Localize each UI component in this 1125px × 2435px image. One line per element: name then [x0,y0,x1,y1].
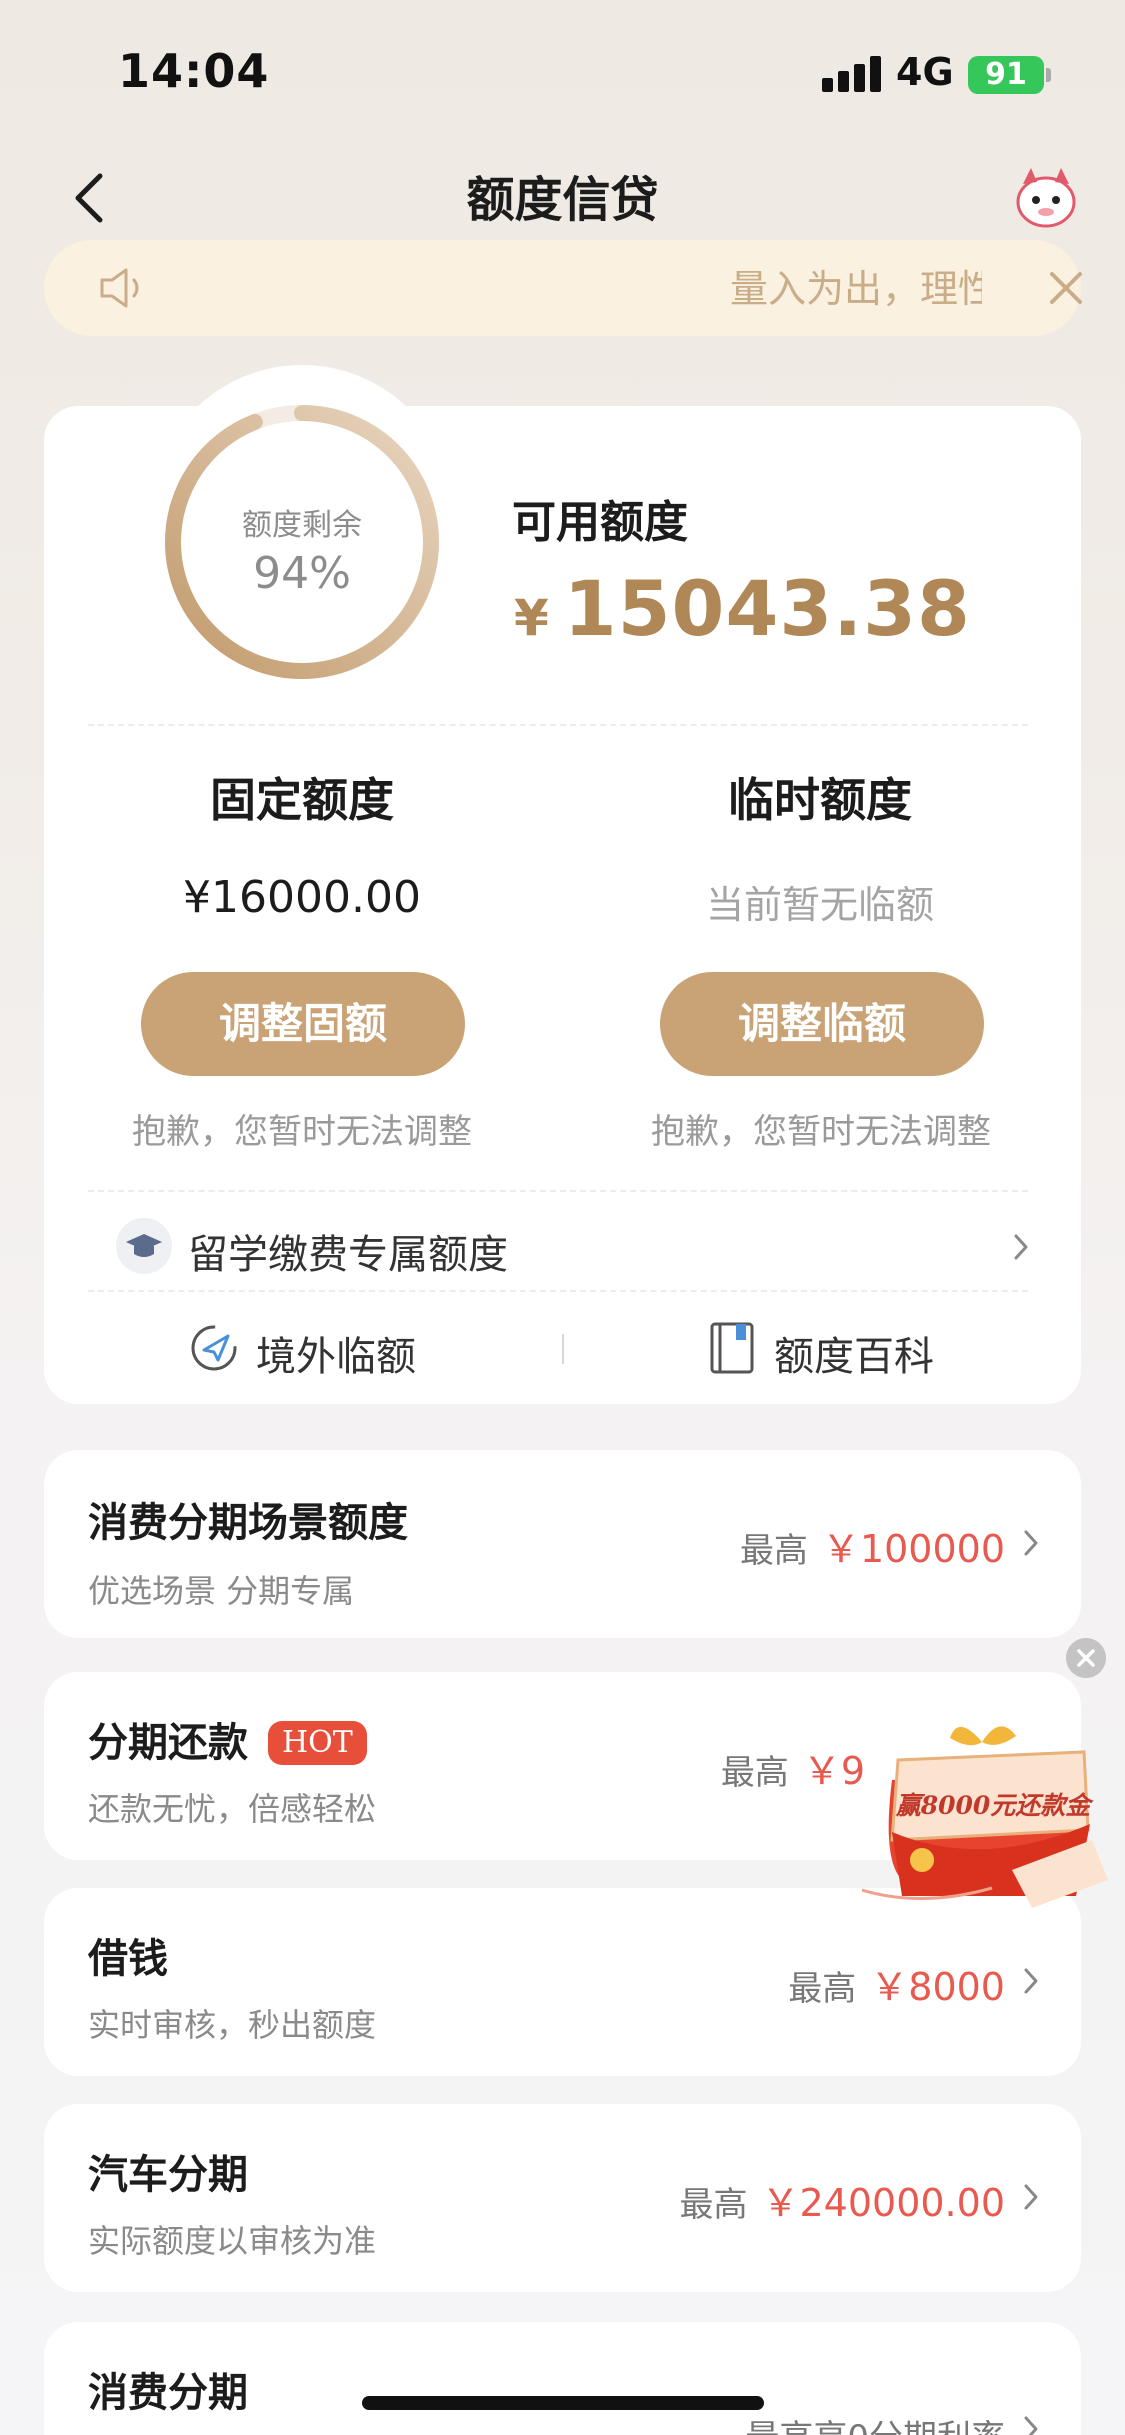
max-value: ￥9 [802,1749,865,1793]
book-icon [710,1322,754,1374]
product-max-amount: 最高 ￥100000 [740,1518,1005,1573]
status-time: 14:04 [118,44,270,98]
fixed-limit-value: ¥16000.00 [183,872,421,923]
product-title: 消费分期 [88,2370,248,2416]
battery-indicator: 91 [968,56,1044,94]
max-prefix: 最高 [720,1753,789,1793]
battery-tip [1046,68,1051,82]
graduation-cap-icon [116,1218,172,1274]
product-subtitle: 实际额度以审核为准 [88,2222,377,2260]
fixed-adjust-note: 抱歉，您暂时无法调整 [132,1112,472,1152]
product-subtitle: 实时审核，秒出额度 [88,2006,377,2044]
hot-badge: HOT [268,1721,367,1765]
mascot-icon[interactable] [1013,166,1079,228]
ring-label: 额度剩余 [242,508,362,543]
notice-bar: 量入为出，理性消费 [44,240,1082,336]
divider [88,1290,1028,1292]
product-card-car-installment[interactable]: 汽车分期 实际额度以审核为准 最高 ￥240000.00 [44,2104,1081,2292]
product-card-consumer-installment[interactable]: 消费分期 最高享0分期利率 [44,2322,1081,2435]
promo-text: 赢8000元还款金 [895,1791,1091,1820]
product-max-amount: 最高 ￥8000 [788,1956,1005,2011]
chevron-right-icon [1014,1234,1028,1260]
divider [88,724,1028,726]
max-prefix: 最高 [788,1969,857,2009]
fixed-limit-title: 固定额度 [210,773,394,827]
product-title: 消费分期场景额度 [88,1500,408,1546]
link-separator [562,1334,564,1364]
notice-text: 量入为出，理性消费 [730,267,982,311]
available-credit-amount: ¥15043.38 [514,564,971,653]
max-value: ￥100000 [821,1527,1005,1571]
temporary-limit-title: 临时额度 [728,773,912,827]
product-title-text: 分期还款 [88,1720,248,1766]
ring-percent: 94% [253,548,351,599]
available-credit-label: 可用额度 [512,497,688,548]
max-prefix: 最高 [679,2185,748,2225]
network-type: 4G [896,50,954,94]
chevron-right-icon [1024,1968,1038,1994]
product-max-amount: 最高 ￥9 [721,1740,865,1795]
product-subtitle: 还款无忧，倍感轻松 [88,1790,377,1828]
credit-limit-page: 14:04 4G 91 额度信贷 量入为出，理性消费 [0,0,1125,2435]
adjust-fixed-button[interactable]: 调整固额 [141,972,465,1076]
product-card-installment-scene[interactable]: 消费分期场景额度 优选场景 分期专属 最高 ￥100000 [44,1450,1081,1638]
plane-circle-icon [191,1325,237,1371]
close-promo-icon[interactable] [1066,1638,1106,1678]
product-max-amount: 最高 ￥240000.00 [680,2172,1006,2227]
chevron-right-icon [1024,2416,1038,2435]
temporary-adjust-note: 抱歉，您暂时无法调整 [651,1112,991,1152]
signal-icon [822,56,882,92]
close-icon[interactable] [1044,266,1088,310]
max-value: ￥240000.00 [761,2181,1006,2225]
currency-symbol: ¥ [514,589,550,647]
product-title: 借钱 [88,1936,168,1982]
available-amount-value: 15043.38 [563,564,971,653]
max-value: ￥8000 [870,1965,1005,2009]
overseas-temp-label: 境外临额 [256,1334,416,1380]
max-prefix: 最高 [739,1531,808,1571]
product-title: 汽车分期 [88,2152,248,2198]
adjust-temporary-button[interactable]: 调整临额 [660,972,984,1076]
divider [88,1190,1028,1192]
product-subtitle: 优选场景 分期专属 [88,1572,355,1610]
credit-encyclopedia-label: 额度百科 [774,1334,934,1380]
study-abroad-label: 留学缴费专属额度 [188,1232,508,1278]
chevron-right-icon [1024,1530,1038,1556]
product-title: 分期还款 HOT [88,1710,367,1768]
page-title: 额度信贷 [466,172,659,228]
product-rate-note: 最高享0分期利率 [745,2410,1005,2435]
temporary-limit-value: 当前暂无临额 [705,883,934,927]
product-card-borrow[interactable]: 借钱 实时审核，秒出额度 最高 ￥8000 [44,1888,1081,2076]
chevron-right-icon [1024,2184,1038,2210]
home-indicator [362,2396,764,2410]
speaker-icon [100,268,139,308]
